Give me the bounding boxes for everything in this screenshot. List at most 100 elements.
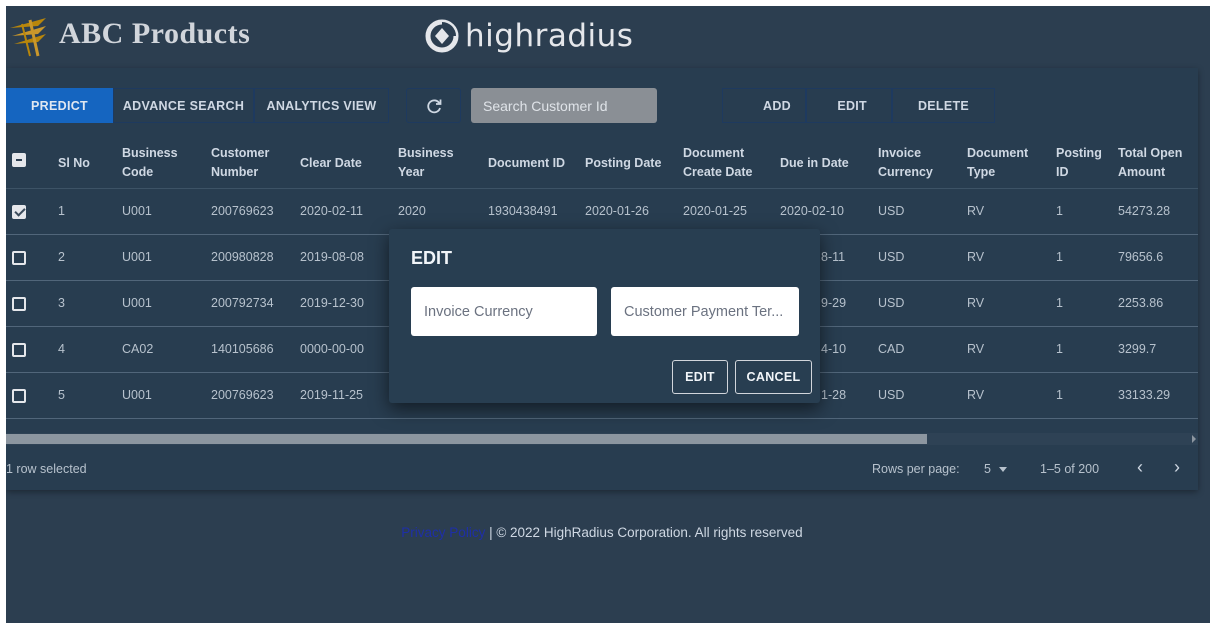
select-all-checkbox[interactable] [12, 153, 26, 167]
cell-customer-number: 200980828 [211, 250, 274, 264]
cell-invoice-currency: USD [878, 250, 905, 264]
highradius-mark-icon [425, 19, 459, 53]
header-posting-id[interactable]: Posting ID [1056, 144, 1102, 182]
cell-clear-date: 2020-02-11 [300, 204, 364, 218]
rows-per-page-select[interactable]: 5 [984, 462, 991, 476]
dialog-edit-button[interactable]: EDIT [672, 360, 728, 394]
header-customer-number[interactable]: Customer Number [211, 144, 269, 182]
cell-sl-no: 2 [58, 250, 65, 264]
cell-sl-no: 4 [58, 342, 65, 356]
add-button[interactable]: ADD [722, 88, 806, 123]
cell-business-code: U001 [122, 250, 152, 264]
grid-toolbar: PREDICT ADVANCE SEARCH ANALYTICS VIEW AD… [6, 68, 1198, 132]
customer-payment-terms-input[interactable] [624, 303, 799, 320]
row-checkbox[interactable] [12, 205, 26, 219]
customer-search-input[interactable] [483, 97, 657, 114]
cell-business-code: U001 [122, 204, 152, 218]
cell-business-code: U001 [122, 296, 152, 310]
next-page-button[interactable]: › [1174, 457, 1180, 478]
cell-business-code: CA02 [122, 342, 154, 356]
cell-invoice-currency: USD [878, 204, 905, 218]
predict-button[interactable]: PREDICT [6, 88, 113, 123]
header-clear-date[interactable]: Clear Date [300, 154, 362, 173]
cell-invoice-currency: CAD [878, 342, 905, 356]
cell-clear-date: 2019-11-25 [300, 388, 364, 402]
cell-clear-date: 0000-00-00 [300, 342, 364, 356]
cell-total-open-amount: 54273.28 [1118, 204, 1171, 218]
refresh-icon [426, 98, 441, 113]
cell-total-open-amount: 33133.29 [1118, 388, 1171, 402]
cell-document-id: 1930438491 [488, 204, 558, 218]
refresh-button[interactable] [406, 88, 461, 123]
horizontal-scrollbar[interactable] [6, 433, 1198, 445]
cell-posting-id: 1 [1056, 388, 1063, 402]
header-business-code[interactable]: Business Code [122, 144, 178, 182]
cell-due-in-date: 2020-02-10 [780, 204, 844, 218]
row-checkbox[interactable] [12, 389, 26, 403]
cell-customer-number: 200769623 [211, 388, 274, 402]
cell-posting-id: 1 [1056, 250, 1063, 264]
dialog-cancel-button[interactable]: CANCEL [735, 360, 812, 394]
header-total-open-amount[interactable]: Total Open Amount [1118, 144, 1182, 182]
brand-logo-icon [10, 18, 46, 57]
cell-customer-number: 140105686 [211, 342, 274, 356]
edit-dialog: EDIT EDIT CANCEL [389, 229, 820, 403]
cell-document-type: RV [967, 250, 985, 264]
customer-payment-terms-field [611, 287, 799, 336]
chevron-down-icon[interactable] [999, 467, 1007, 472]
scrollbar-thumb[interactable] [6, 434, 927, 444]
cell-invoice-currency: USD [878, 296, 905, 310]
header-document-type[interactable]: Document Type [967, 144, 1028, 182]
advance-search-button[interactable]: ADVANCE SEARCH [113, 88, 254, 123]
highradius-logo: highradius [425, 18, 633, 54]
cell-document-type: RV [967, 388, 985, 402]
pagination-range: 1–5 of 200 [1040, 462, 1100, 476]
cell-total-open-amount: 79656.6 [1118, 250, 1164, 264]
cell-due-in-date: 4-10 [821, 342, 847, 356]
cell-posting-date: 2020-01-26 [585, 204, 649, 218]
brand-title: ABC Products [59, 17, 251, 50]
header-document-id[interactable]: Document ID [488, 154, 565, 173]
cell-document-type: RV [967, 342, 985, 356]
cell-document-create-date: 2020-01-25 [683, 204, 747, 218]
page-footer: Privacy Policy | © 2022 HighRadius Corpo… [6, 525, 1198, 540]
prev-page-button[interactable]: ‹ [1137, 457, 1143, 478]
customer-search-box [471, 88, 657, 123]
scroll-right-arrow-icon[interactable] [1192, 435, 1196, 443]
cell-clear-date: 2019-12-30 [300, 296, 364, 310]
header-posting-date[interactable]: Posting Date [585, 154, 661, 173]
cell-total-open-amount: 2253.86 [1118, 296, 1164, 310]
analytics-view-button[interactable]: ANALYTICS VIEW [254, 88, 389, 123]
cell-due-in-date: 8-11 [821, 250, 846, 264]
row-checkbox[interactable] [12, 251, 26, 265]
header-invoice-currency[interactable]: Invoice Currency [878, 144, 933, 182]
cell-clear-date: 2019-08-08 [300, 250, 364, 264]
table-header: Sl No Business Code Customer Number Clear … [6, 132, 1198, 189]
invoice-currency-field [411, 287, 597, 336]
cell-posting-id: 1 [1056, 296, 1063, 310]
header-business-year[interactable]: Business Year [398, 144, 454, 182]
cell-due-in-date: 1-28 [821, 388, 847, 402]
header-sl-no[interactable]: Sl No [58, 154, 90, 173]
delete-button[interactable]: DELETE [892, 88, 995, 123]
privacy-policy-link[interactable]: Privacy Policy [401, 525, 485, 540]
header-document-create-date[interactable]: Document Create Date [683, 144, 752, 182]
cell-document-type: RV [967, 296, 985, 310]
dialog-title: EDIT [411, 248, 453, 268]
cell-invoice-currency: USD [878, 388, 905, 402]
cell-business-year: 2020 [398, 204, 426, 218]
selection-count: 1 row selected [6, 462, 87, 476]
cell-sl-no: 1 [58, 204, 65, 218]
app-header: ABC Products highradius [6, 6, 1210, 68]
cell-customer-number: 200769623 [211, 204, 274, 218]
edit-button[interactable]: EDIT [806, 88, 892, 123]
row-checkbox[interactable] [12, 297, 26, 311]
row-checkbox[interactable] [12, 343, 26, 357]
cell-posting-id: 1 [1056, 204, 1063, 218]
cell-business-code: U001 [122, 388, 152, 402]
header-due-in-date[interactable]: Due in Date [780, 154, 849, 173]
invoice-currency-input[interactable] [424, 303, 597, 320]
app-root: ABC Products highradius PREDICT ADVANCE … [6, 6, 1210, 623]
cell-sl-no: 3 [58, 296, 65, 310]
cell-sl-no: 5 [58, 388, 65, 402]
